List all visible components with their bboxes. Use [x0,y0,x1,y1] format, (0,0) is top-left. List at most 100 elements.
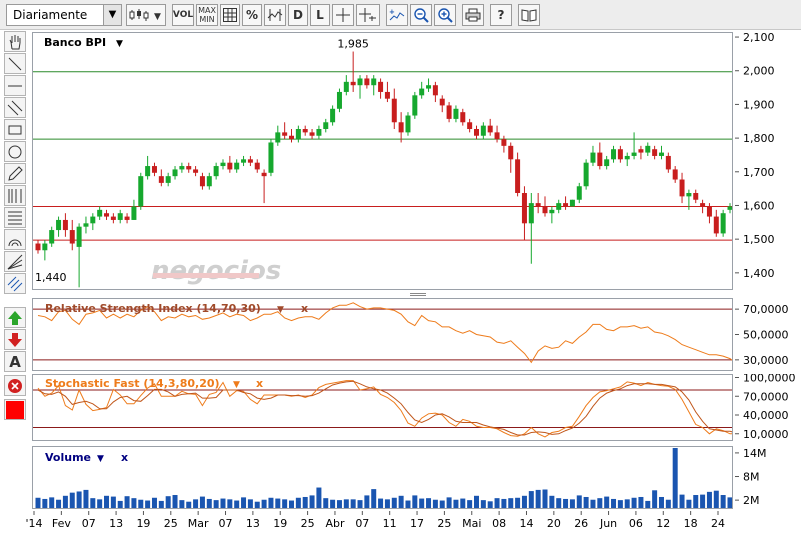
parallel-lines-icon [7,276,23,291]
candle-body-3 [56,219,62,231]
close-icon[interactable]: x [301,302,308,315]
volume-bar-0 [35,497,41,508]
grid-button[interactable] [220,4,240,26]
rsi-y-axis: 70,0000 50,0000 30,0000 [735,303,789,367]
x-tick-8: 13 [246,517,260,530]
close-icon[interactable]: x [121,451,128,464]
candle-body-43 [330,108,336,123]
l-button[interactable]: L [310,4,330,26]
parallel-tool-button[interactable] [4,273,26,294]
rsi-panel[interactable]: Relative Strength Index (14,70,30) ▼ x [32,298,733,371]
candle-body-9 [97,209,103,217]
period-select[interactable]: Diariamente ▼ [6,4,122,26]
stochastic-y-tick-0: 100,0000 [743,374,796,385]
crosshair-value-button[interactable] [356,4,380,26]
volume-toggle-button[interactable]: VOL [172,4,194,26]
chevron-down-icon[interactable]: ▼ [103,5,121,25]
print-button[interactable] [462,4,484,26]
volume-bar-48 [364,495,370,508]
max-min-button[interactable]: MAX MIN [196,4,218,26]
volume-bar-55 [412,495,418,508]
percent-button[interactable]: % [242,4,262,26]
fan-icon [7,254,23,269]
high-value-label: 1,985 [337,38,369,51]
compare-icon [267,9,283,21]
volume-bar-20 [172,495,178,508]
volume-bar-46 [350,499,356,508]
volume-bar-80 [583,496,589,508]
candle-body-34 [268,142,274,173]
chart-type-button[interactable]: ▼ [126,4,166,26]
move-down-button[interactable] [4,329,26,350]
candle-body-55 [412,95,418,116]
channel-tool-button[interactable] [4,97,26,118]
compare-button[interactable] [264,4,286,26]
candle-body-42 [323,122,329,129]
fan-tool-button[interactable] [4,251,26,272]
volume-y-tick-0: 14M [743,447,767,460]
d-button[interactable]: D [288,4,308,26]
delete-drawings-button[interactable] [4,375,26,396]
volume-chart: Volume ▼ x [35,448,732,508]
volume-bar-15 [138,499,144,508]
pencil-tool-button[interactable] [4,163,26,184]
x-tick-24: 18 [684,517,698,530]
printer-icon [465,8,481,22]
color-picker-button[interactable] [4,399,26,420]
volume-bar-42 [323,498,329,508]
manual-button[interactable] [518,4,540,26]
candle-body-93 [672,169,678,180]
delete-icon [8,378,22,393]
candle-body-8 [90,216,96,224]
pan-tool-button[interactable] [4,31,26,52]
candle-body-24 [199,176,205,187]
price-y-tick-1: 2,000 [743,65,775,78]
toolbar: Diariamente ▼ ▼ VOL MAX MIN % D L + ? [0,0,801,30]
stochastic-panel[interactable]: Stochastic Fast (14,3,80,20) ▼ x [32,374,733,441]
volume-bar-72 [528,491,534,508]
arc-tool-button[interactable] [4,229,26,250]
candle-body-84 [611,149,617,160]
ellipse-tool-button[interactable] [4,141,26,162]
volume-bar-36 [282,499,288,508]
move-up-button[interactable] [4,307,26,328]
candle-body-19 [165,176,171,183]
x-tick-4: 19 [136,517,150,530]
candle-body-13 [124,216,130,220]
close-icon[interactable]: x [256,377,263,390]
zoom-reset-icon: + [389,8,405,21]
crosshair-button[interactable] [332,4,354,26]
text-tool-button[interactable]: A [4,351,26,372]
rectangle-tool-button[interactable] [4,119,26,140]
candle-body-64 [473,129,479,136]
candle-body-86 [624,155,630,160]
chevron-down-icon: ▼ [97,454,104,464]
volume-bar-10 [104,495,110,508]
fibonacci-tool-button[interactable] [4,185,26,206]
help-button[interactable]: ? [490,4,512,26]
rsi-title: Relative Strength Index (14,70,30) [45,302,261,315]
zoom-out-button[interactable] [410,4,432,26]
candle-body-36 [282,132,288,136]
volume-bar-57 [426,498,432,508]
candle-body-59 [439,98,445,106]
price-panel[interactable]: negocios Banco BPI ▼ 1,985 1,440 [32,32,733,290]
zoom-in-button[interactable] [434,4,456,26]
horizontal-line-tool-button[interactable] [4,75,26,96]
candle-body-101 [727,206,732,210]
volume-bar-24 [199,496,205,508]
price-y-tick-2: 1,900 [743,98,775,111]
volume-bar-78 [569,499,575,508]
x-tick-10: 25 [301,517,315,530]
zoom-reset-button[interactable]: + [386,4,408,26]
x-tick-18: 14 [519,517,533,530]
retracement-tool-button[interactable] [4,207,26,228]
line-tool-button[interactable] [4,53,26,74]
volume-bar-81 [590,499,596,508]
volume-bar-4 [62,495,68,508]
volume-y-tick-2: 2M [743,494,760,507]
volume-panel[interactable]: Volume ▼ x [32,446,733,509]
candle-body-17 [151,166,157,173]
candle-body-79 [576,186,582,200]
candle-body-39 [302,129,308,133]
